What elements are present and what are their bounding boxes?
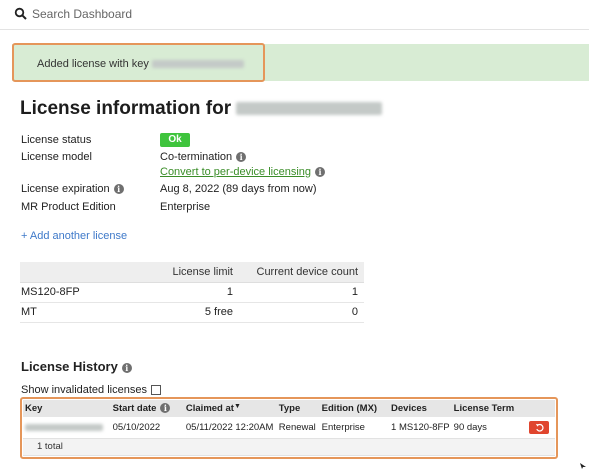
device-name: MS120-8FP: [20, 282, 141, 303]
page-title-text: License information for: [20, 98, 237, 119]
banner-highlight-box: [12, 43, 265, 82]
license-expiration-label: License expiration i: [21, 183, 124, 195]
table-row: MS120-8FP 1 1: [20, 282, 364, 303]
info-icon[interactable]: i: [113, 184, 124, 195]
show-invalidated-checkbox[interactable]: [150, 385, 161, 396]
mouse-cursor-icon: [580, 463, 586, 469]
show-invalidated-label: Show invalidated licenses: [21, 384, 147, 396]
device-name: MT: [20, 302, 141, 323]
show-invalidated-row: Show invalidated licenses: [21, 384, 161, 396]
info-icon[interactable]: i: [236, 152, 247, 163]
license-limit-value: 1: [141, 282, 239, 303]
license-model-label: License model: [21, 151, 92, 163]
table-row: MT 5 free 0: [20, 302, 364, 323]
add-license-link[interactable]: + Add another license: [21, 230, 127, 242]
license-model-text: Co-termination: [160, 151, 233, 163]
device-count-value: 0: [239, 302, 364, 323]
search-input[interactable]: [32, 4, 332, 24]
license-status-label: License status: [21, 134, 92, 146]
history-highlight-box: [20, 397, 558, 459]
license-expiration-value: Aug 8, 2022 (89 days from now): [160, 183, 317, 195]
column-header-license-limit: License limit: [141, 262, 239, 283]
info-icon[interactable]: i: [121, 362, 132, 373]
info-icon[interactable]: i: [315, 167, 326, 178]
search-bar: [0, 0, 589, 30]
page-title: License information for: [20, 98, 383, 120]
license-history-title: License History i: [21, 359, 132, 374]
column-header-device-count: Current device count: [239, 262, 364, 283]
table-header-row: License limit Current device count: [20, 262, 364, 283]
device-count-value: 1: [239, 282, 364, 303]
history-title-text: License History: [21, 359, 118, 374]
license-limit-table: License limit Current device count MS120…: [20, 262, 364, 323]
license-expiration-text: License expiration: [21, 183, 110, 195]
license-limit-value: 5 free: [141, 302, 239, 323]
license-model-value: Co-termination i: [160, 151, 247, 163]
mr-edition-label: MR Product Edition: [21, 201, 116, 213]
mr-edition-value: Enterprise: [160, 201, 211, 213]
redacted-organization-name: [236, 102, 383, 116]
convert-licensing-link[interactable]: Convert to per-device licensing: [160, 166, 311, 178]
search-icon[interactable]: [14, 7, 28, 21]
convert-row: Convert to per-device licensing i: [160, 166, 326, 178]
column-header-device: [20, 262, 141, 283]
status-badge: Ok: [160, 133, 190, 147]
